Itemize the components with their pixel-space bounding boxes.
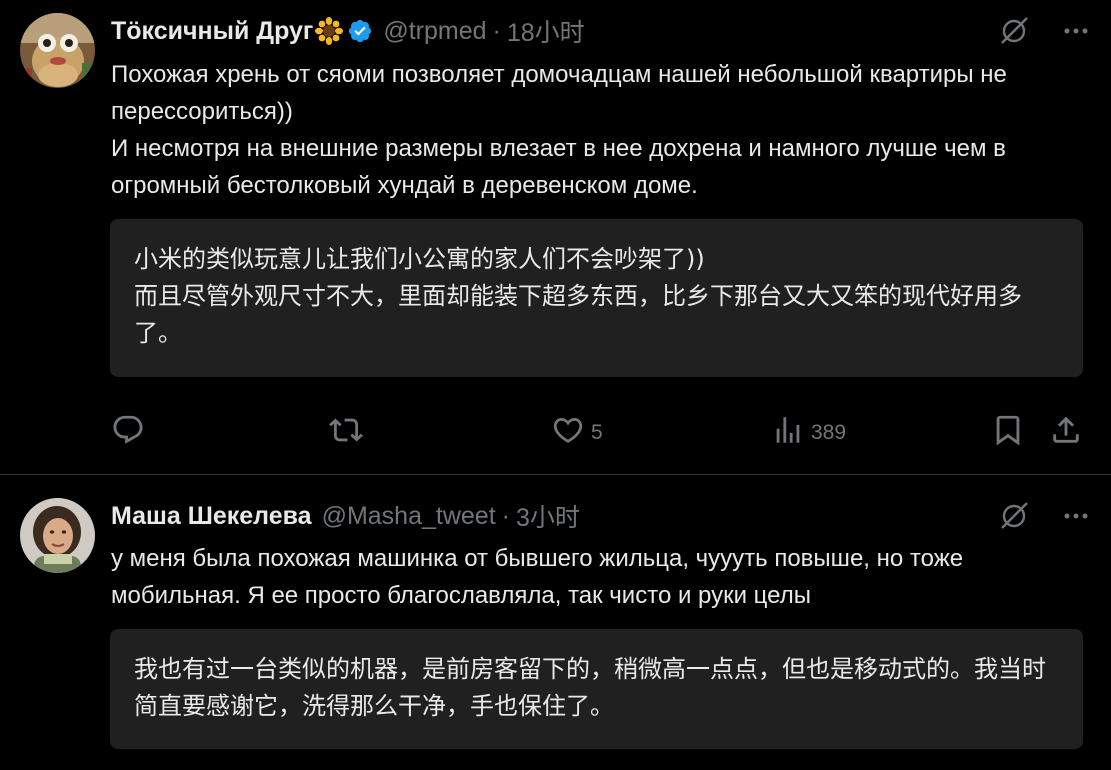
reply-button[interactable] [111, 414, 151, 452]
tweet-text: Похожая хрень от сяоми позволяет домочад… [111, 56, 1071, 204]
share-icon [1049, 413, 1083, 453]
translation-paragraph: 小米的类似玩意儿让我们小公寓的家人们不会吵架了)) [134, 245, 705, 273]
tweet-text: у меня была похожая машинка от бывшего ж… [111, 540, 1071, 614]
avatar[interactable] [20, 13, 95, 88]
share-button[interactable] [1049, 414, 1083, 452]
display-name[interactable]: Маша Шекелева [111, 502, 312, 531]
translation-box: 小米的类似玩意儿让我们小公寓的家人们不会吵架了)) 而且尽管外观尺寸不大，里面却… [110, 219, 1083, 377]
separator-dot: · [501, 501, 510, 530]
display-name[interactable]: Тӧксичный Друг [111, 17, 313, 46]
avatar-image [20, 498, 95, 573]
tweet-text-paragraph: у меня была похожая машинка от бывшего ж… [111, 545, 964, 609]
more-icon[interactable] [1061, 16, 1091, 46]
action-bar: 5 389 [111, 414, 1091, 452]
translation-paragraph: 而且尽管外观尺寸不大，里面却能装下超多东西，比乡下那台又大又笨的现代好用多了。 [134, 282, 1022, 347]
views-button[interactable]: 389 [771, 414, 846, 452]
timestamp[interactable]: 3小时 [516, 498, 580, 534]
like-count: 5 [591, 421, 603, 444]
tweet-header: Тӧксичный Друг @trpmed · 18小时 [111, 13, 1091, 49]
tweet[interactable]: Маша Шекелева @Masha_tweet · 3小时 у меня … [0, 475, 1111, 770]
repost-button[interactable] [329, 414, 369, 452]
more-icon[interactable] [1061, 501, 1091, 531]
avatar-image [20, 13, 95, 88]
separator-dot: · [492, 16, 501, 45]
tweet[interactable]: Тӧксичный Друг @trpmed · 18小时 Похожая хр… [0, 0, 1111, 475]
header-actions [997, 13, 1091, 49]
bookmark-icon [991, 413, 1025, 453]
tweet-text-paragraph: Похожая хрень от сяоми позволяет домочад… [111, 61, 1007, 125]
grok-icon[interactable] [997, 499, 1031, 533]
heart-icon [551, 413, 585, 453]
header-actions [997, 498, 1091, 534]
avatar[interactable] [20, 498, 95, 573]
tweet-header: Маша Шекелева @Masha_tweet · 3小时 [111, 498, 1091, 534]
tweet-text-paragraph: И несмотря на внешние размеры влезает в … [111, 135, 1006, 199]
views-count: 389 [811, 421, 847, 444]
repost-icon [329, 413, 363, 453]
translation-box: 我也有过一台类似的机器，是前房客留下的，稍微高一点点，但也是移动式的。我当时简直… [110, 629, 1083, 749]
grok-icon[interactable] [997, 14, 1031, 48]
reply-icon [111, 413, 145, 453]
bookmark-button[interactable] [991, 414, 1025, 452]
handle[interactable]: @Masha_tweet [322, 502, 496, 531]
views-icon [771, 413, 805, 453]
like-button[interactable]: 5 [551, 414, 603, 452]
timestamp[interactable]: 18小时 [507, 13, 585, 49]
translation-paragraph: 我也有过一台类似的机器，是前房客留下的，稍微高一点点，但也是移动式的。我当时简直… [134, 655, 1046, 720]
sunflower-emoji-icon [315, 17, 344, 45]
handle[interactable]: @trpmed [383, 17, 486, 46]
verified-badge-icon[interactable] [347, 18, 373, 44]
